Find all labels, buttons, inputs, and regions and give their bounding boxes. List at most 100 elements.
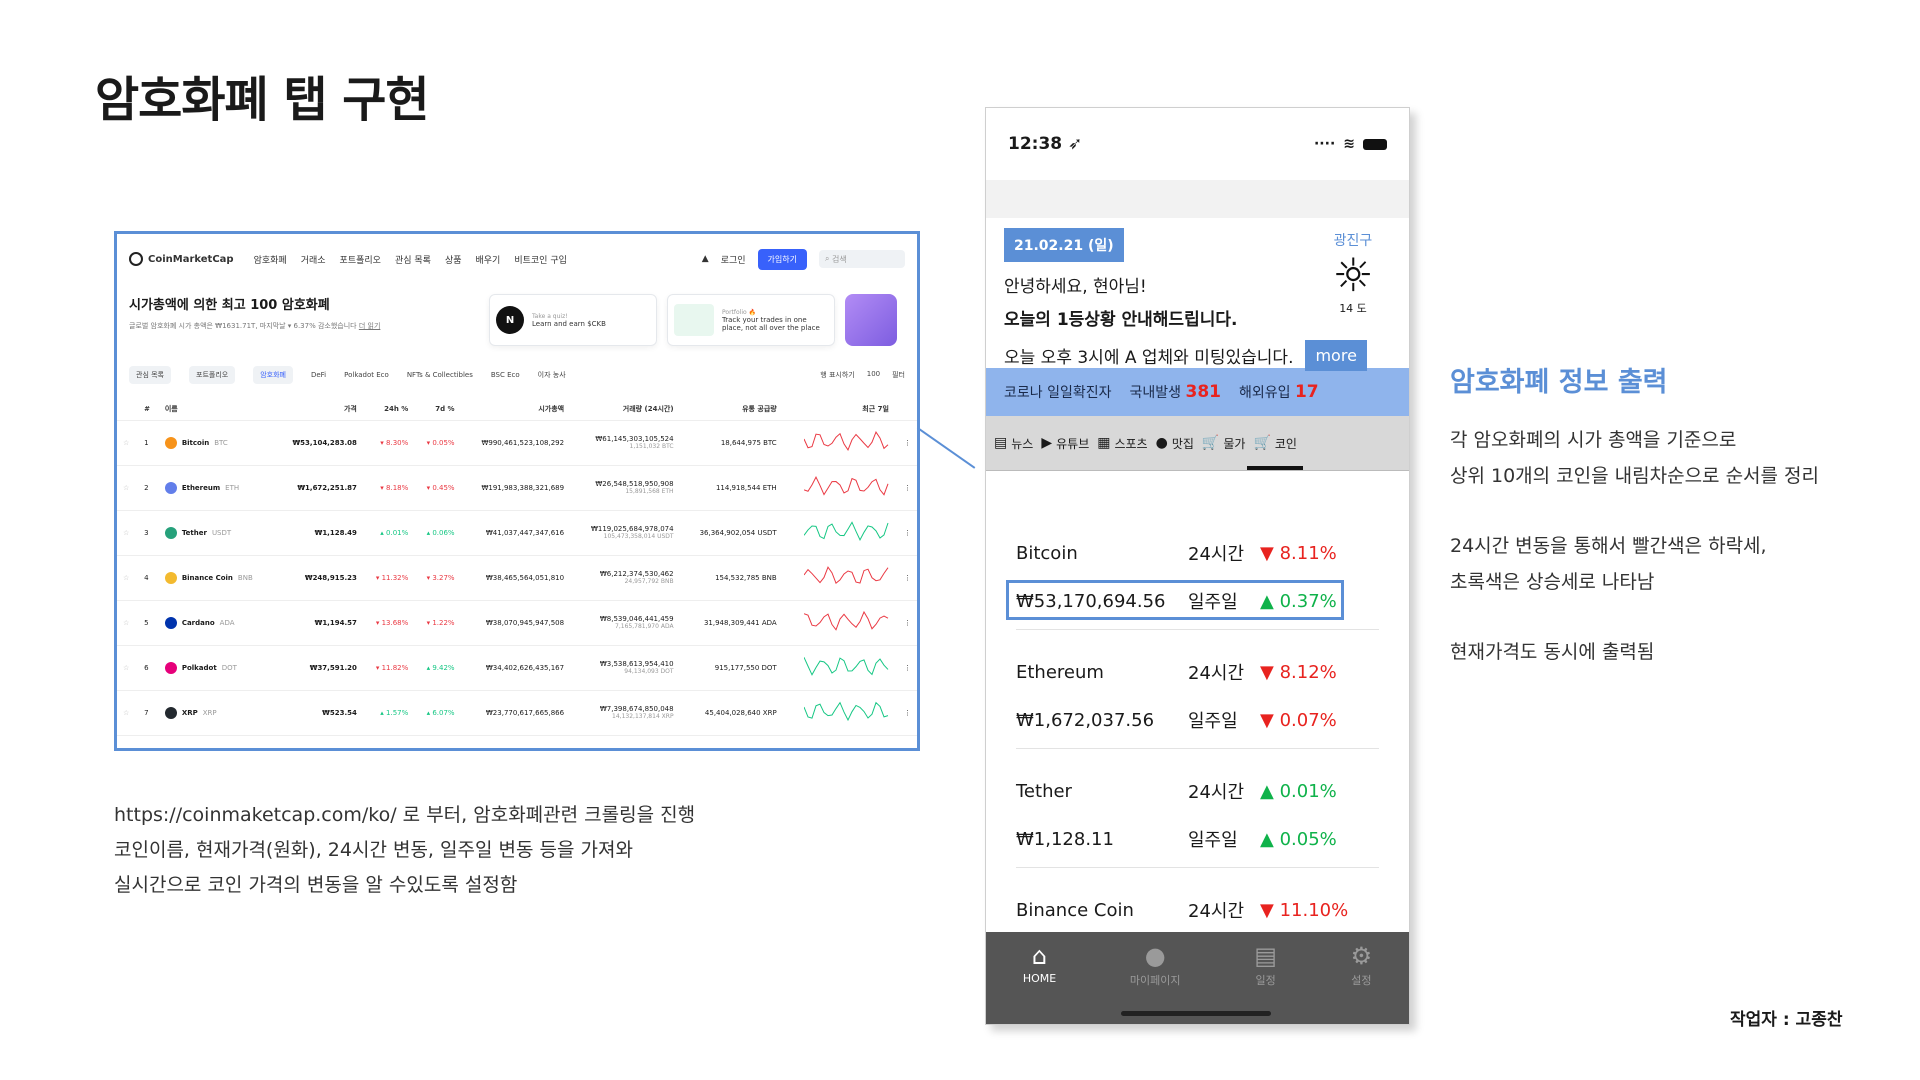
sparkline-chart [803, 520, 889, 541]
cmc-menu-item[interactable]: 상품 [445, 253, 462, 266]
tabbar-label: HOME [1022, 972, 1057, 985]
cmc-navbar: CoinMarketCap 암호화폐 거래소 포트폴리오 관심 목록 상품 배우… [117, 234, 917, 284]
header-price[interactable]: 가격 [274, 398, 363, 421]
row-menu-icon[interactable]: ⋮ [894, 600, 917, 646]
filter-button[interactable]: 필터 [892, 370, 905, 380]
cell-name[interactable]: Tether USDT [158, 510, 275, 556]
cell-7d: ▾ 3.27% [414, 555, 461, 601]
table-row[interactable]: ☆ 7 XRP XRP ₩523.54 ▴ 1.57% ▴ 6.07% ₩23,… [117, 690, 917, 736]
star-icon[interactable]: ☆ [117, 600, 139, 646]
row-menu-icon[interactable]: ⋮ [894, 420, 917, 466]
filter-polkadot[interactable]: Polkadot Eco [344, 371, 389, 379]
row-menu-icon[interactable]: ⋮ [894, 645, 917, 691]
tab-restaurants[interactable]: ● 맛집 [1156, 416, 1194, 470]
star-icon[interactable]: ☆ [117, 645, 139, 691]
filter-portfolio[interactable]: 포트폴리오 [189, 366, 236, 384]
quiz-card[interactable]: N Take a quiz! Learn and earn $CKB [489, 294, 657, 346]
star-icon[interactable]: ☆ [117, 420, 139, 466]
cmc-signup-button[interactable]: 가입하기 [757, 248, 807, 270]
row-menu-icon[interactable]: ⋮ [894, 555, 917, 601]
header-band [986, 180, 1409, 218]
filter-bsc[interactable]: BSC Eco [491, 371, 520, 379]
row-menu-icon[interactable]: ⋮ [894, 510, 917, 556]
table-row[interactable]: ☆ 1 Bitcoin BTC ₩53,104,283.08 ▾ 8.30% ▾… [117, 420, 917, 466]
filter-watchlist[interactable]: 관심 목록 [129, 366, 171, 384]
tabbar-home[interactable]: ⌂ HOME [1023, 942, 1056, 1024]
coin-row-bottom: ₩1,128.11 일주일 ▲ 0.05% [1016, 815, 1379, 863]
cell-sparkline [782, 510, 895, 556]
sparkline-chart [803, 610, 889, 631]
table-row[interactable]: ☆ 5 Cardano ADA ₩1,194.57 ▾ 13.68% ▾ 1.2… [117, 600, 917, 646]
cmc-menu-item[interactable]: 배우기 [476, 253, 501, 266]
gear-icon: ⚙ [1350, 942, 1373, 970]
star-icon[interactable]: ☆ [117, 555, 139, 601]
tab-news[interactable]: ▤ 뉴스 [994, 416, 1033, 470]
header-rank[interactable]: # [138, 398, 159, 421]
cmc-logo[interactable]: CoinMarketCap [129, 252, 234, 266]
cell-volume: ₩8,539,046,441,459 7,165,781,970 ADA [570, 600, 680, 646]
row-menu-icon[interactable]: ⋮ [894, 465, 917, 511]
hero-more-link[interactable]: 더 읽기 [359, 322, 381, 330]
filter-nft[interactable]: NFTs & Collectibles [407, 371, 473, 379]
filter-yield[interactable]: 이자 농사 [538, 370, 566, 380]
header-supply[interactable]: 유통 공급량 [679, 398, 783, 421]
cell-name[interactable]: Polkadot DOT [158, 645, 275, 691]
filter-crypto[interactable]: 암호화폐 [253, 366, 293, 384]
cmc-menu-item[interactable]: 포트폴리오 [340, 253, 381, 266]
table-row[interactable]: ☆ 6 Polkadot DOT ₩37,591.20 ▾ 11.82% ▴ 9… [117, 645, 917, 691]
header-market-cap[interactable]: 시가총액 [460, 398, 571, 421]
cmc-search-input[interactable]: ⌕ 검색 [819, 250, 905, 268]
tab-coin[interactable]: 🛒 코인 [1247, 416, 1303, 470]
cell-supply: 45,404,028,640 XRP [679, 690, 783, 736]
cmc-menu-item[interactable]: 거래소 [301, 253, 326, 266]
rows-select[interactable]: 100 [867, 370, 880, 380]
star-icon[interactable]: ☆ [117, 690, 139, 736]
cell-volume: ₩6,212,374,530,462 24,957,792 BNB [570, 555, 680, 601]
coin-name: Binance Coin [181, 573, 233, 582]
coinmarketcap-screenshot: CoinMarketCap 암호화폐 거래소 포트폴리오 관심 목록 상품 배우… [114, 231, 920, 751]
header-volume[interactable]: 거래량 (24시간) [570, 398, 680, 421]
domestic-count: 381 [1185, 382, 1221, 402]
header-name[interactable]: 이름 [158, 398, 275, 421]
battery-icon [1363, 138, 1387, 150]
note-line: 초록색은 상승세로 나타남 [1450, 571, 1655, 593]
row-menu-icon[interactable]: ⋮ [894, 690, 917, 736]
star-icon[interactable]: ☆ [117, 510, 139, 556]
cmc-hero: 시가총액에 의한 최고 100 암호화폐 글로벌 암호화폐 시가 총액은 ₩16… [117, 284, 917, 354]
more-button[interactable]: more [1305, 340, 1367, 371]
promo-card-image[interactable] [845, 294, 897, 346]
bell-icon[interactable]: ▲ [702, 254, 709, 264]
cell-sparkline [782, 555, 895, 601]
cell-name[interactable]: Cardano ADA [158, 600, 275, 646]
tab-sports[interactable]: ▦ 스포츠 [1097, 416, 1147, 470]
filter-right: 행 표시하기 100 필터 [820, 370, 905, 380]
cell-sparkline [782, 465, 895, 511]
tabbar-settings[interactable]: ⚙ 설정 [1351, 942, 1373, 1024]
home-icon: ⌂ [1031, 942, 1048, 970]
tab-youtube[interactable]: ▶ 유튜브 [1041, 416, 1089, 470]
table-row[interactable]: ☆ 3 Tether USDT ₩1,128.49 ▴ 0.01% ▴ 0.06… [117, 510, 917, 556]
header-7d[interactable]: 7d % [414, 398, 461, 421]
star-icon[interactable]: ☆ [117, 465, 139, 511]
table-row[interactable]: ☆ 4 Binance Coin BNB ₩248,915.23 ▾ 11.32… [117, 555, 917, 601]
cell-rank: 2 [138, 465, 159, 511]
cell-name[interactable]: Binance Coin BNB [158, 555, 275, 601]
cmc-menu-item[interactable]: 관심 목록 [395, 253, 431, 266]
change-24h: 8.18% [386, 483, 409, 492]
cell-name[interactable]: Bitcoin BTC [158, 420, 275, 466]
cell-name[interactable]: XRP XRP [158, 690, 275, 736]
portfolio-card[interactable]: Portfolio 🔥 Track your trades in one plac… [667, 294, 835, 346]
cell-name[interactable]: Ethereum ETH [158, 465, 275, 511]
header-24h[interactable]: 24h % [362, 398, 415, 421]
volume-sub: 24,957,792 BNB [624, 578, 674, 585]
cell-supply: 114,918,544 ETH [679, 465, 783, 511]
volume-value: ₩119,025,684,978,074 [590, 525, 674, 533]
cmc-login-link[interactable]: 로그인 [721, 253, 746, 266]
cell-24h: ▾ 13.68% [362, 600, 415, 646]
cell-volume: ₩61,145,303,105,524 1,151,032 BTC [570, 420, 680, 466]
cmc-menu-item[interactable]: 암호화폐 [254, 253, 287, 266]
tab-prices[interactable]: 🛒 물가 [1202, 416, 1246, 470]
cmc-menu-item[interactable]: 비트코인 구입 [514, 253, 567, 266]
filter-defi[interactable]: DeFi [311, 371, 326, 379]
table-row[interactable]: ☆ 2 Ethereum ETH ₩1,672,251.87 ▾ 8.18% ▾… [117, 465, 917, 511]
